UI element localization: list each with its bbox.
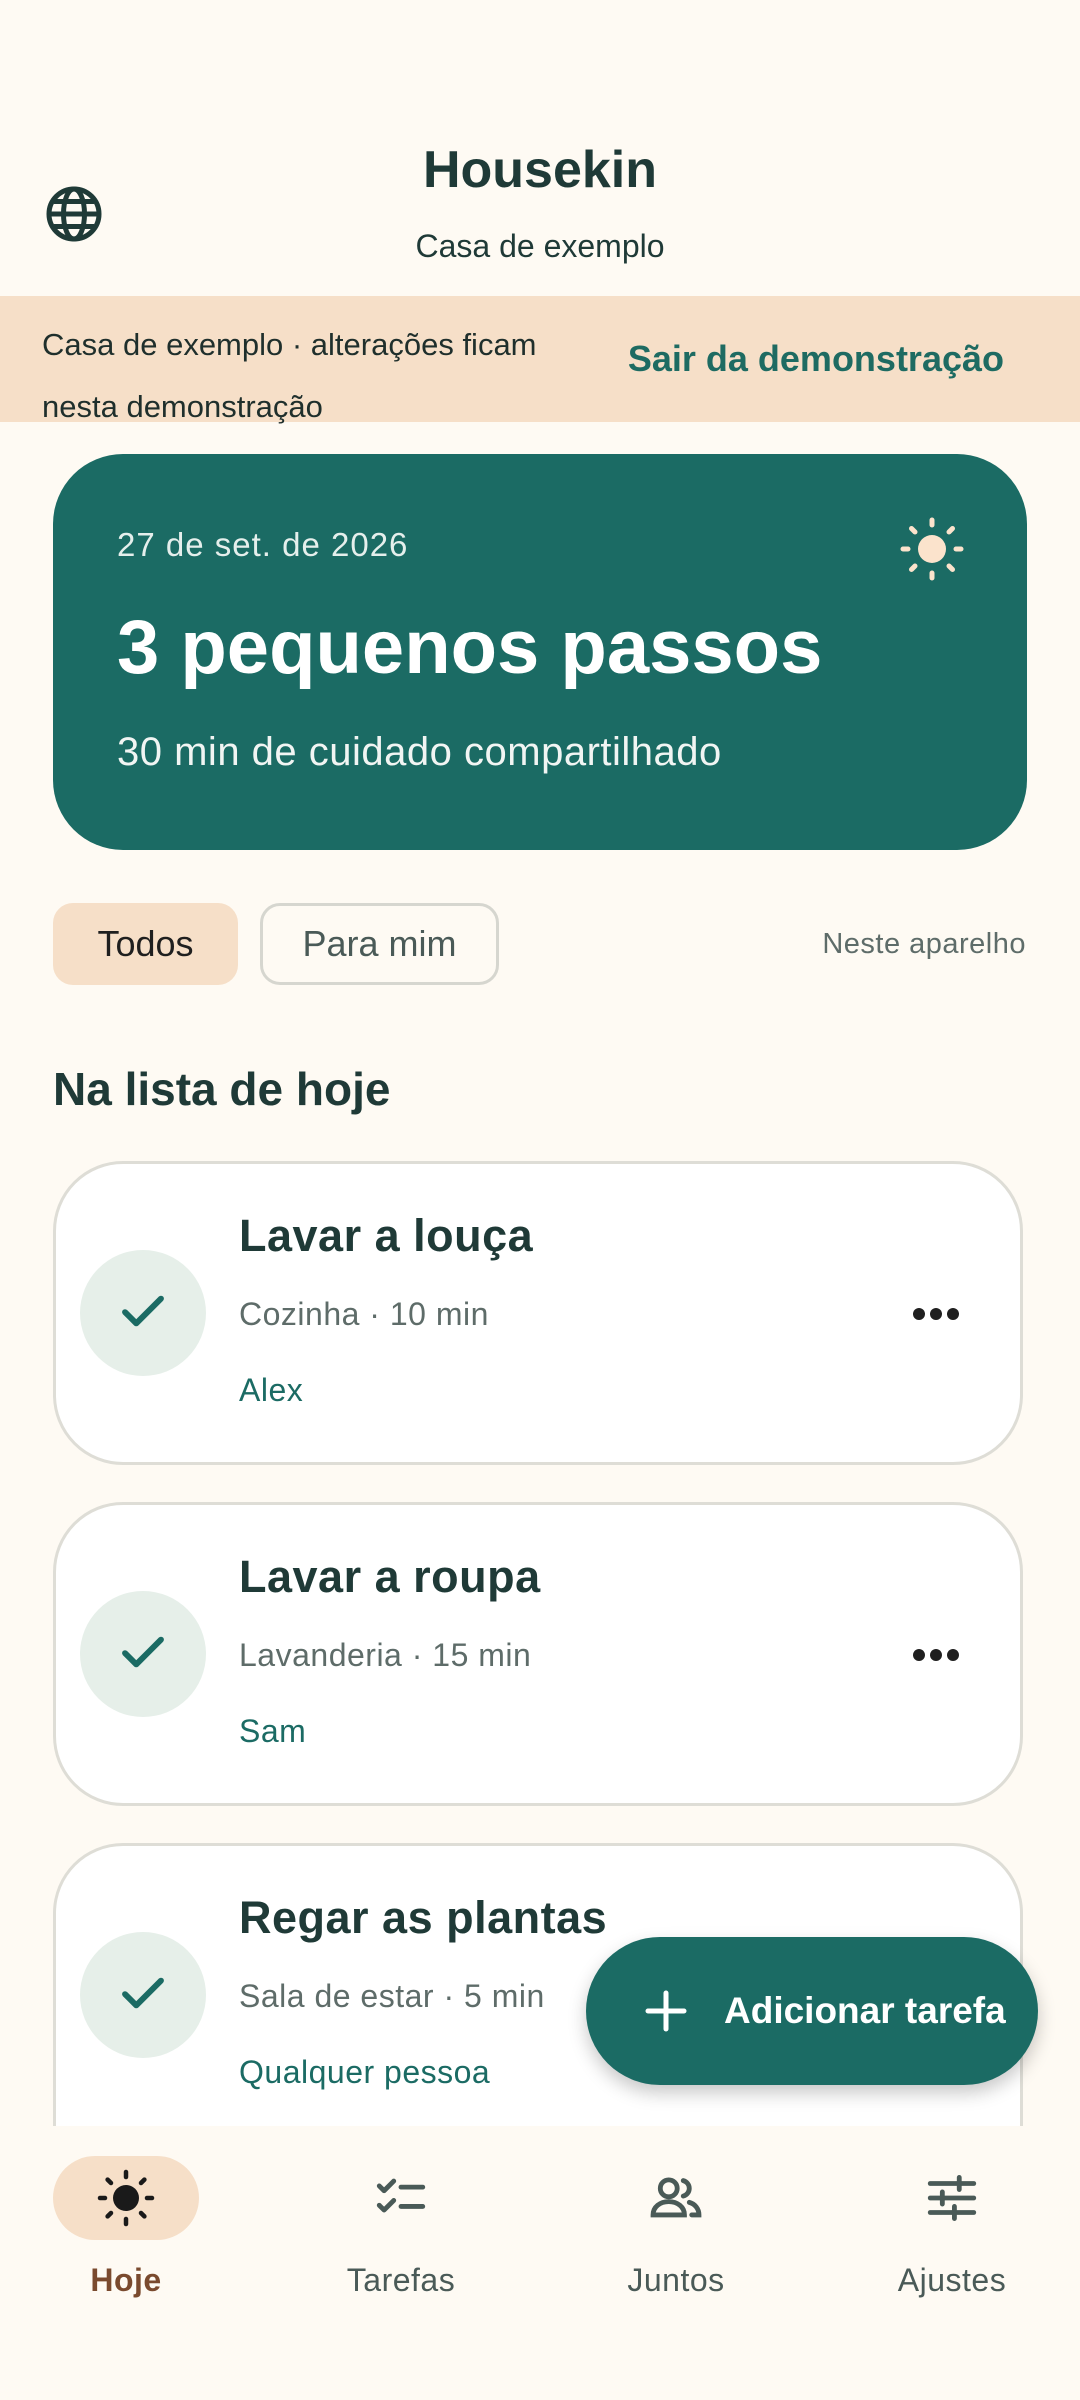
task-title: Lavar a roupa	[239, 1551, 541, 1602]
task-card[interactable]: Lavar a louça Cozinha · 10 min Alex	[53, 1161, 1023, 1465]
sun-icon	[53, 2156, 199, 2240]
more-options-icon[interactable]	[906, 1289, 966, 1339]
app-title: Housekin	[422, 141, 658, 199]
nav-label-ajustes: Ajustes	[897, 2262, 1007, 2298]
summary-subtitle: 30 min de cuidado compartilhado	[117, 730, 722, 774]
checkmark-icon	[116, 1966, 170, 2025]
household-name: Casa de exemplo	[415, 228, 665, 264]
people-icon	[603, 2156, 749, 2240]
section-title: Na lista de hoje	[53, 1063, 391, 1115]
complete-task-button[interactable]	[80, 1591, 206, 1717]
more-options-icon[interactable]	[906, 1630, 966, 1680]
filter-mine-chip[interactable]: Para mim	[260, 903, 499, 985]
checklist-icon	[328, 2156, 474, 2240]
nav-item-juntos[interactable]: Juntos	[541, 2156, 811, 2326]
demo-banner-text: Casa de exemplo · alterações ficam nesta…	[42, 327, 537, 424]
task-assignee: Qualquer pessoa	[239, 2054, 491, 2090]
device-note: Neste aparelho	[822, 928, 1026, 960]
summary-date: 27 de set. de 2026	[117, 526, 409, 563]
today-summary-card: 27 de set. de 2026 3 pequenos passos 30 …	[53, 454, 1027, 850]
summary-title: 3 pequenos passos	[117, 605, 823, 690]
checkmark-icon	[116, 1625, 170, 1684]
nav-label-juntos: Juntos	[627, 2262, 725, 2298]
sun-icon	[899, 516, 965, 582]
task-title: Lavar a louça	[239, 1210, 534, 1261]
demo-banner: Casa de exemplo · alterações ficam nesta…	[0, 296, 1080, 424]
nav-item-ajustes[interactable]: Ajustes	[817, 2156, 1080, 2326]
nav-item-hoje[interactable]: Hoje	[0, 2156, 261, 2326]
add-task-button[interactable]: Adicionar tarefa	[586, 1937, 1038, 2085]
complete-task-button[interactable]	[80, 1932, 206, 2058]
task-meta: Lavanderia · 15 min	[239, 1637, 532, 1673]
sliders-icon	[879, 2156, 1025, 2240]
task-assignee: Alex	[239, 1372, 304, 1408]
task-title: Regar as plantas	[239, 1892, 608, 1943]
task-meta: Sala de estar · 5 min	[239, 1978, 545, 2014]
checkmark-icon	[116, 1284, 170, 1343]
plus-icon	[638, 1983, 694, 2039]
nav-item-tarefas[interactable]: Tarefas	[266, 2156, 536, 2326]
complete-task-button[interactable]	[80, 1250, 206, 1376]
filter-all-chip[interactable]: Todos	[53, 903, 238, 985]
task-assignee: Sam	[239, 1713, 307, 1749]
task-meta: Cozinha · 10 min	[239, 1296, 489, 1332]
bottom-navigation: Hoje Tarefas Juntos Ajustes	[0, 2126, 1080, 2400]
exit-demo-button[interactable]: Sair da demonstração	[628, 296, 1004, 422]
add-task-label: Adicionar tarefa	[724, 1990, 1006, 2031]
nav-label-tarefas: Tarefas	[346, 2262, 456, 2298]
task-card[interactable]: Lavar a roupa Lavanderia · 15 min Sam	[53, 1502, 1023, 1806]
nav-label-hoje: Hoje	[90, 2262, 162, 2298]
